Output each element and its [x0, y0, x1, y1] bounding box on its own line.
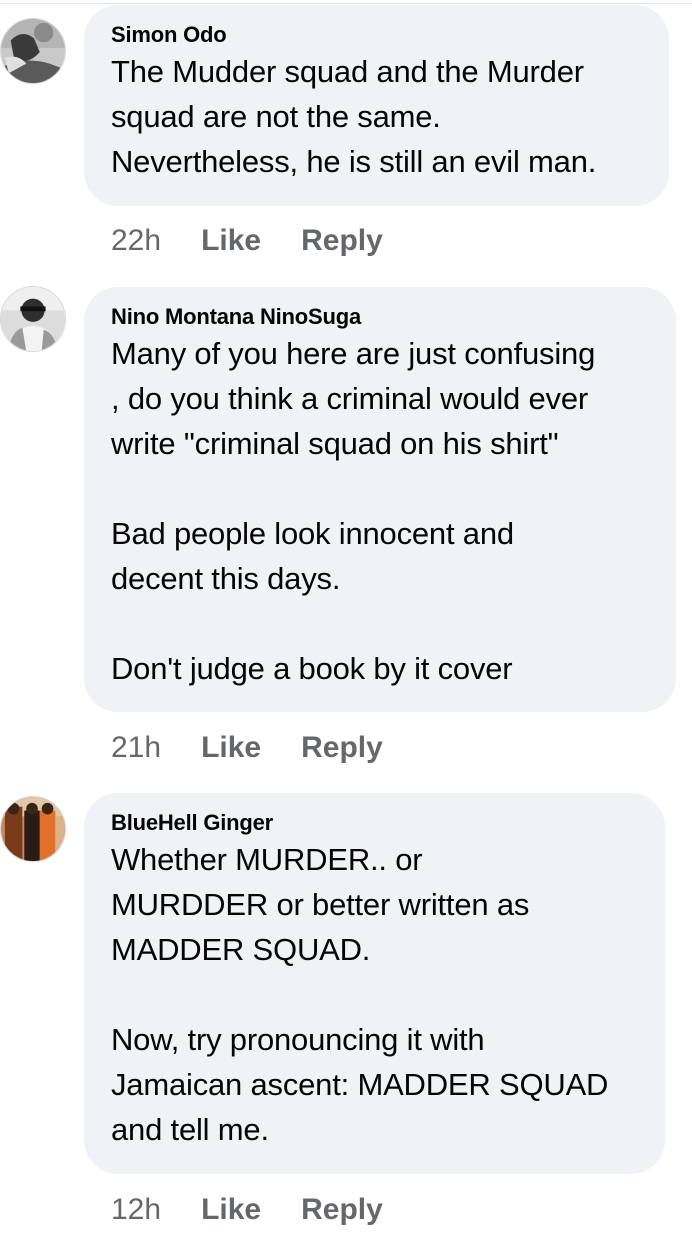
avatar[interactable] — [0, 286, 66, 352]
comment-bubble: Simon Odo The Mudder squad and the Murde… — [84, 5, 669, 206]
like-button[interactable]: Like — [201, 1193, 261, 1227]
comment-actions: 12h Like Reply — [111, 1190, 423, 1230]
comment-timestamp[interactable]: 22h — [111, 224, 161, 258]
comment-actions: 21h Like Reply — [111, 728, 423, 768]
comment-text: The Mudder squad and the Murder squad ar… — [111, 54, 597, 179]
reply-button[interactable]: Reply — [301, 224, 383, 258]
like-button[interactable]: Like — [201, 731, 261, 765]
comment-author[interactable]: Nino Montana NinoSuga — [111, 303, 650, 331]
profile-photo-icon — [1, 19, 65, 83]
comment-text: Whether MURDER.. or MURDDER or better wr… — [111, 842, 609, 1147]
reply-button[interactable]: Reply — [301, 731, 383, 765]
comment-author[interactable]: Simon Odo — [111, 21, 643, 49]
avatar[interactable] — [0, 18, 66, 84]
like-button[interactable]: Like — [201, 224, 261, 258]
comment-actions: 22h Like Reply — [111, 221, 423, 261]
profile-photo-icon — [1, 797, 65, 861]
comment-timestamp[interactable]: 12h — [111, 1193, 161, 1227]
comment-bubble: BlueHell Ginger Whether MURDER.. or MURD… — [84, 793, 665, 1174]
comment-author[interactable]: BlueHell Ginger — [111, 809, 639, 837]
profile-photo-icon — [1, 287, 65, 351]
top-divider — [0, 3, 692, 4]
comment-bubble: Nino Montana NinoSuga Many of you here a… — [84, 287, 676, 712]
comment-timestamp[interactable]: 21h — [111, 731, 161, 765]
avatar[interactable] — [0, 796, 66, 862]
comment-text: Many of you here are just confusing , do… — [111, 336, 596, 686]
reply-button[interactable]: Reply — [301, 1193, 383, 1227]
